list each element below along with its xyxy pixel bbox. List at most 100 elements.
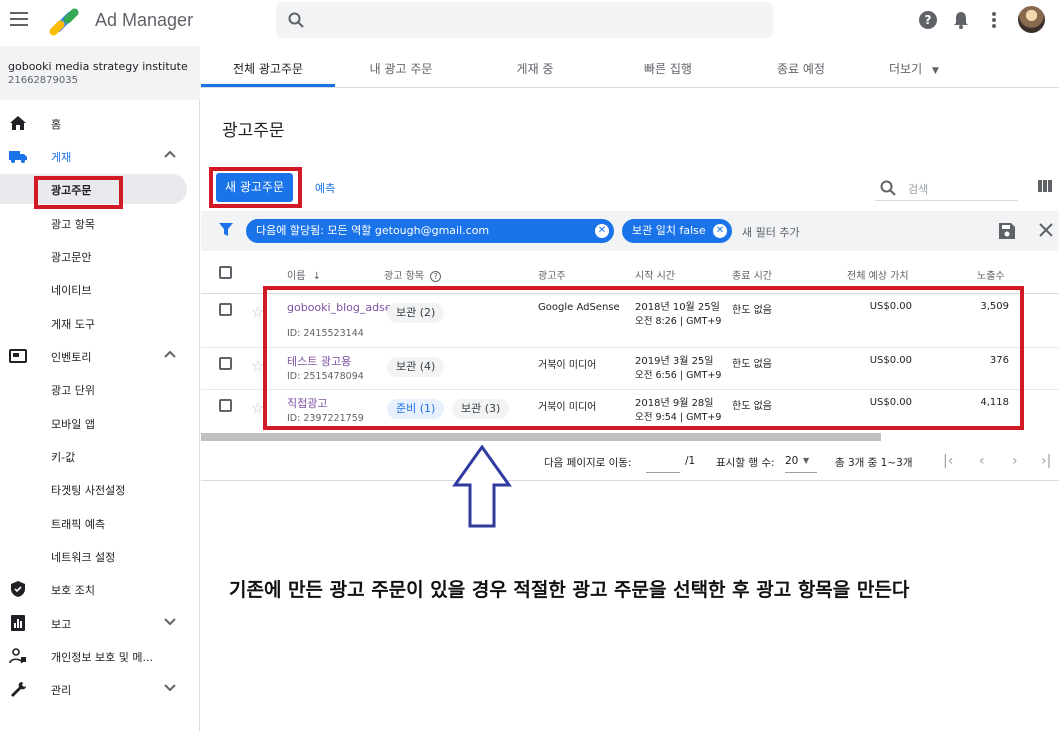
prev-page-icon[interactable]: ‹: [979, 453, 985, 469]
dropdown-arrow-icon: ▼: [803, 456, 810, 465]
network-code: 21662879035: [8, 75, 78, 86]
last-page-icon[interactable]: ›|: [1041, 453, 1051, 469]
sort-arrow-down-icon: ↓: [312, 271, 321, 282]
filter-chip-label: 보관 일치 false: [632, 224, 706, 237]
sidebar-item-label: 광고 단위: [51, 384, 95, 397]
network-name: gobooki media strategy institute: [8, 60, 188, 73]
chevron-up-icon[interactable]: [163, 347, 177, 361]
sidebar-item-line-items[interactable]: 광고 항목: [0, 208, 200, 238]
filter-icon[interactable]: [219, 223, 233, 237]
forecast-link[interactable]: 예측: [315, 180, 335, 196]
annotation-caption: 기존에 만든 광고 주문이 있을 경우 적절한 광고 주문을 선택한 후 광고 …: [229, 579, 910, 601]
sidebar-item-label: 광고문안: [51, 251, 92, 264]
account-avatar[interactable]: [1018, 6, 1045, 33]
table-search-input[interactable]: 검색: [875, 175, 1018, 201]
column-header-end-time[interactable]: 종료 시간: [732, 267, 772, 282]
tab-delivering[interactable]: 게재 중: [471, 60, 599, 77]
horizontal-scrollbar[interactable]: [201, 433, 881, 441]
sidebar-item-label: 모바일 앱: [51, 418, 95, 431]
tab-quick-delivery[interactable]: 빠른 집행: [604, 60, 732, 77]
rows-per-page-select[interactable]: 20 ▼: [785, 451, 817, 473]
column-header-start-time[interactable]: 시작 시간: [635, 267, 675, 282]
search-icon: [288, 12, 304, 28]
save-filter-icon[interactable]: [999, 223, 1015, 239]
shield-icon: [11, 581, 25, 597]
results-summary: 총 3개 중 1~3개: [835, 457, 913, 469]
help-icon[interactable]: ?: [919, 11, 937, 29]
rows-per-page-value: 20: [785, 455, 799, 467]
sidebar-item-label: 트래픽 예측: [51, 518, 106, 531]
sidebar-item-targeting-presets[interactable]: 타겟팅 사전설정: [0, 474, 200, 504]
sidebar-item-admin[interactable]: 관리: [0, 674, 200, 704]
notifications-icon[interactable]: [953, 11, 969, 29]
column-layout-icon[interactable]: [1038, 180, 1052, 192]
sidebar-item-label: 보호 조치: [51, 584, 95, 597]
next-page-icon[interactable]: ›: [1012, 453, 1018, 469]
total-pages: /1: [685, 455, 696, 467]
annotation-up-arrow: [452, 445, 512, 528]
sidebar-item-delivery-tools[interactable]: 게재 도구: [0, 308, 200, 338]
sidebar-item-traffic-forecast[interactable]: 트래픽 예측: [0, 508, 200, 538]
network-switcher[interactable]: gobooki media strategy institute 2166287…: [0, 46, 200, 100]
tab-ending-soon[interactable]: 종료 예정: [737, 60, 865, 77]
sidebar-item-mobile-apps[interactable]: 모바일 앱: [0, 408, 200, 438]
sidebar-item-inventory[interactable]: 인벤토리: [0, 341, 200, 371]
tab-more-label: 더보기: [889, 62, 923, 76]
ad-manager-logo: [49, 8, 79, 36]
column-header-line-items[interactable]: 광고 항목 ?: [384, 267, 442, 282]
column-header-value[interactable]: 전체 예상 가치: [847, 267, 909, 282]
filter-chip-archived[interactable]: 보관 일치 false ✕: [622, 219, 732, 243]
sidebar: gobooki media strategy institute 2166287…: [0, 46, 200, 731]
help-outline-icon: ?: [430, 271, 442, 282]
sidebar-item-network-settings[interactable]: 네트워크 설정: [0, 541, 200, 571]
remove-filter-icon[interactable]: ✕: [595, 224, 609, 238]
remove-filter-icon[interactable]: ✕: [713, 224, 727, 238]
page-number-input[interactable]: [646, 451, 680, 473]
sidebar-item-label: 홈: [51, 118, 62, 131]
sidebar-item-label: 네이티브: [51, 284, 92, 297]
row-checkbox[interactable]: [219, 399, 232, 412]
highlight-orders-nav: [34, 176, 123, 209]
hamburger-menu-icon[interactable]: [10, 12, 28, 28]
row-checkbox[interactable]: [219, 303, 232, 316]
filter-bar: 다음에 할당됨: 모든 역할 getough@gmail.com (getoug…: [201, 211, 1059, 261]
wrench-icon: [11, 682, 26, 697]
chevron-down-icon[interactable]: [163, 614, 177, 628]
column-header-name[interactable]: 이름 ↓: [287, 267, 321, 282]
sidebar-item-label: 보고: [51, 618, 72, 631]
tab-all-orders[interactable]: 전체 광고주문: [204, 60, 332, 77]
tab-my-orders[interactable]: 내 광고 주문: [337, 60, 465, 77]
sidebar-item-delivery[interactable]: 게재: [0, 141, 200, 171]
add-filter-input[interactable]: 새 필터 추가: [742, 224, 800, 240]
select-all-checkbox[interactable]: [219, 266, 232, 279]
sidebar-item-reports[interactable]: 보고: [0, 608, 200, 638]
pagination-bar: 다음 페이지로 이동: /1 표시할 행 수: 20 ▼ 총 3개 중 1~3개…: [201, 445, 1059, 481]
rows-per-page-label: 표시할 행 수:: [716, 457, 775, 469]
sidebar-item-native[interactable]: 네이티브: [0, 274, 200, 304]
global-search-input[interactable]: [276, 2, 773, 38]
more-vert-icon[interactable]: [991, 11, 997, 29]
row-checkbox[interactable]: [219, 357, 232, 370]
highlight-order-rows: [263, 286, 1024, 430]
sidebar-item-privacy[interactable]: 개인정보 보호 및 메...: [0, 641, 200, 671]
filter-chip-label: 다음에 할당됨: 모든 역할 getough@gmail.com (getoug…: [256, 224, 490, 261]
report-icon: [11, 615, 25, 631]
close-icon[interactable]: [1039, 223, 1053, 237]
tab-more[interactable]: 더보기 ▼: [861, 60, 941, 77]
chevron-down-icon[interactable]: [163, 680, 177, 694]
column-header-impressions[interactable]: 노출수: [977, 267, 1005, 282]
column-header-label: 광고 항목: [384, 271, 424, 282]
sidebar-item-ad-units[interactable]: 광고 단위: [0, 374, 200, 404]
chevron-up-icon[interactable]: [163, 147, 177, 161]
privacy-icon: [9, 648, 26, 664]
column-header-advertiser[interactable]: 광고주: [538, 267, 566, 282]
sidebar-item-protections[interactable]: 보호 조치: [0, 574, 200, 604]
first-page-icon[interactable]: |‹: [943, 453, 953, 469]
sidebar-item-home[interactable]: 홈: [0, 108, 200, 138]
sidebar-item-key-values[interactable]: 키-값: [0, 441, 200, 471]
sidebar-item-label: 광고 항목: [51, 218, 95, 231]
sidebar-item-creatives[interactable]: 광고문안: [0, 241, 200, 271]
table-search-placeholder: 검색: [908, 183, 929, 196]
filter-chip-assigned[interactable]: 다음에 할당됨: 모든 역할 getough@gmail.com (getoug…: [246, 219, 614, 261]
search-icon: [880, 180, 896, 196]
